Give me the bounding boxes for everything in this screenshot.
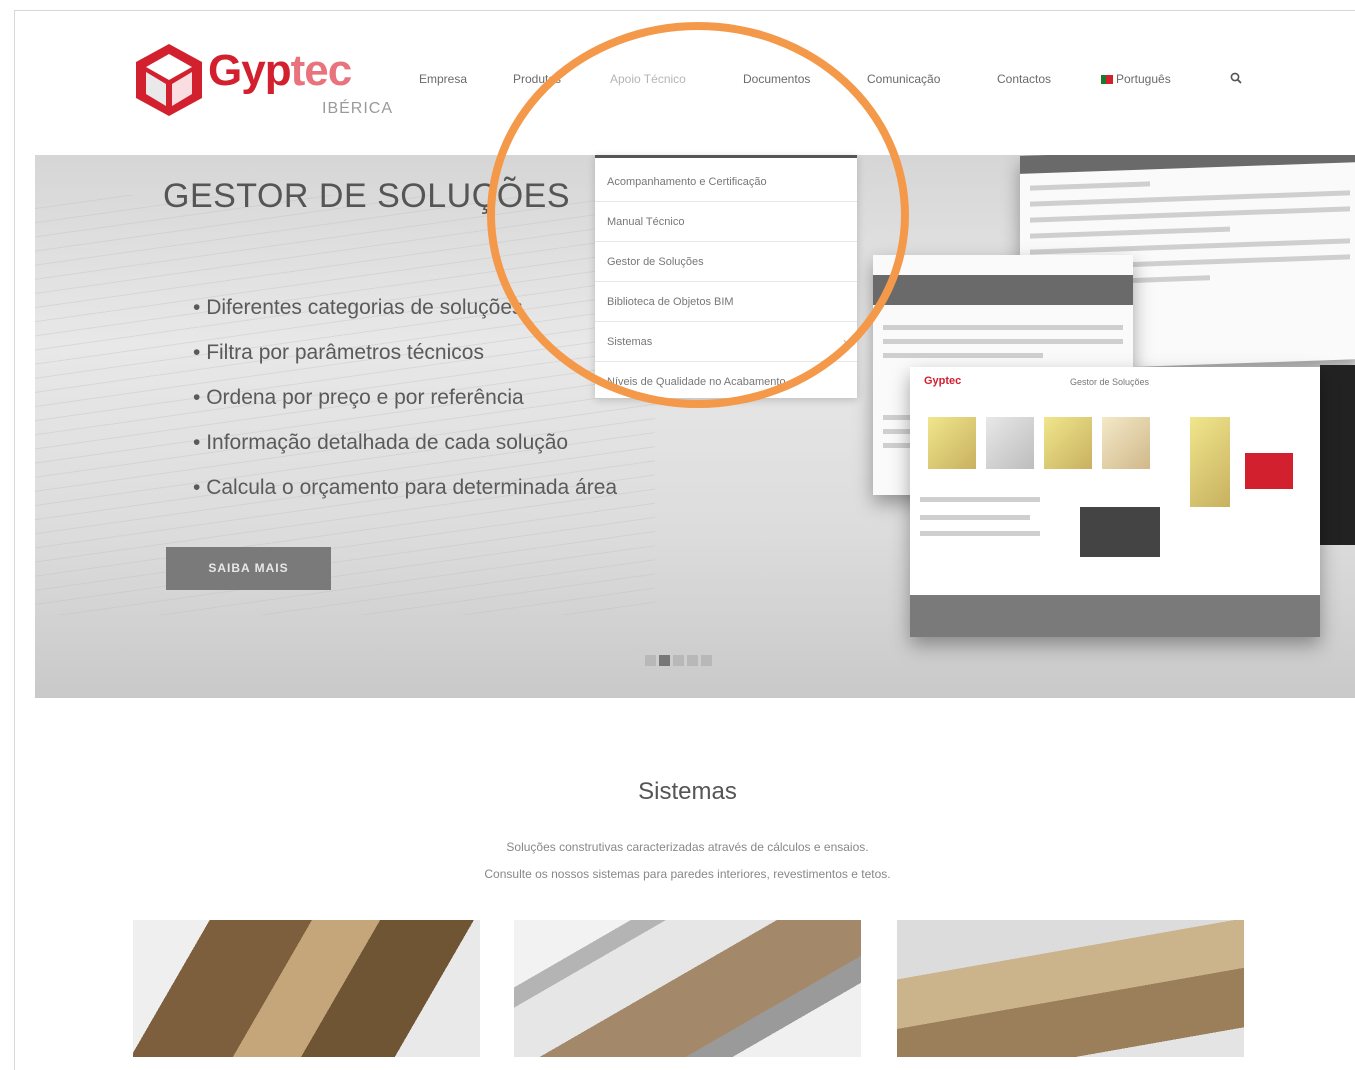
- menu-item-biblioteca-bim[interactable]: Biblioteca de Objetos BIM: [595, 282, 857, 322]
- section-title: Sistemas: [638, 778, 737, 805]
- system-card-image[interactable]: [514, 920, 861, 1057]
- menu-item-acompanhamento[interactable]: Acompanhamento e Certificação: [595, 162, 857, 202]
- hero-dark-panel: [1320, 365, 1355, 545]
- hero-feature: Calcula o orçamento para determinada áre…: [193, 465, 617, 510]
- slider-dot[interactable]: [673, 655, 684, 666]
- slider-dot-active[interactable]: [659, 655, 670, 666]
- mock-logo: Gyptec: [924, 375, 962, 387]
- menu-item-sistemas-label: Sistemas: [607, 336, 653, 348]
- hero-feature: Diferentes categorias de soluções: [193, 285, 617, 330]
- portugal-flag-icon: [1101, 75, 1113, 84]
- nav-documentos[interactable]: Documentos: [743, 72, 810, 86]
- logo-wordmark: Gyptec: [208, 46, 352, 95]
- nav-empresa[interactable]: Empresa: [419, 72, 467, 86]
- system-card-image[interactable]: [897, 920, 1244, 1057]
- language-selector[interactable]: Português: [1101, 72, 1171, 86]
- hero-screenshot-front: Gyptec Gestor de Soluções: [910, 367, 1320, 637]
- search-button[interactable]: [1230, 72, 1242, 87]
- slider-dot[interactable]: [687, 655, 698, 666]
- saiba-mais-button[interactable]: SAIBA MAIS: [166, 547, 331, 590]
- menu-item-gestor-solucoes[interactable]: Gestor de Soluções: [595, 242, 857, 282]
- nav-contactos[interactable]: Contactos: [997, 72, 1051, 86]
- hero-feature: Filtra por parâmetros técnicos: [193, 330, 617, 375]
- chevron-right-icon: ›: [843, 335, 847, 349]
- apoio-tecnico-dropdown: Acompanhamento e Certificação Manual Téc…: [595, 155, 857, 398]
- nav-comunicacao[interactable]: Comunicação: [867, 72, 940, 86]
- hero-feature: Informação detalhada de cada solução: [193, 420, 617, 465]
- menu-item-manual-tecnico[interactable]: Manual Técnico: [595, 202, 857, 242]
- hero-title: GESTOR DE SOLUÇÕES: [163, 177, 571, 215]
- logo-cube-icon: [136, 44, 202, 116]
- slider-dot[interactable]: [701, 655, 712, 666]
- slider-dot[interactable]: [645, 655, 656, 666]
- section-description: Soluções construtivas caracterizadas atr…: [0, 834, 1355, 888]
- nav-apoio-tecnico[interactable]: Apoio Técnico: [610, 72, 686, 86]
- menu-item-sistemas[interactable]: Sistemas ›: [595, 322, 857, 362]
- nav-produtos[interactable]: Produtos: [513, 72, 561, 86]
- mock-title: Gestor de Soluções: [1070, 377, 1150, 387]
- section-description-line: Soluções construtivas caracterizadas atr…: [506, 840, 869, 854]
- logo-subtitle: IBÉRICA: [322, 100, 394, 117]
- search-icon: [1230, 72, 1242, 84]
- slider-pagination: [645, 653, 715, 666]
- menu-item-niveis-qualidade[interactable]: Níveis de Qualidade no Acabamento: [595, 362, 857, 402]
- language-label: Português: [1116, 72, 1171, 86]
- system-card-image[interactable]: [133, 920, 480, 1057]
- gyptec-logo[interactable]: Gyptec IBÉRICA: [134, 42, 394, 122]
- hero-feature: Ordena por preço e por referência: [193, 375, 617, 420]
- section-description-line: Consulte os nossos sistemas para paredes…: [484, 867, 891, 881]
- hero-feature-list: Diferentes categorias de soluções Filtra…: [193, 285, 617, 510]
